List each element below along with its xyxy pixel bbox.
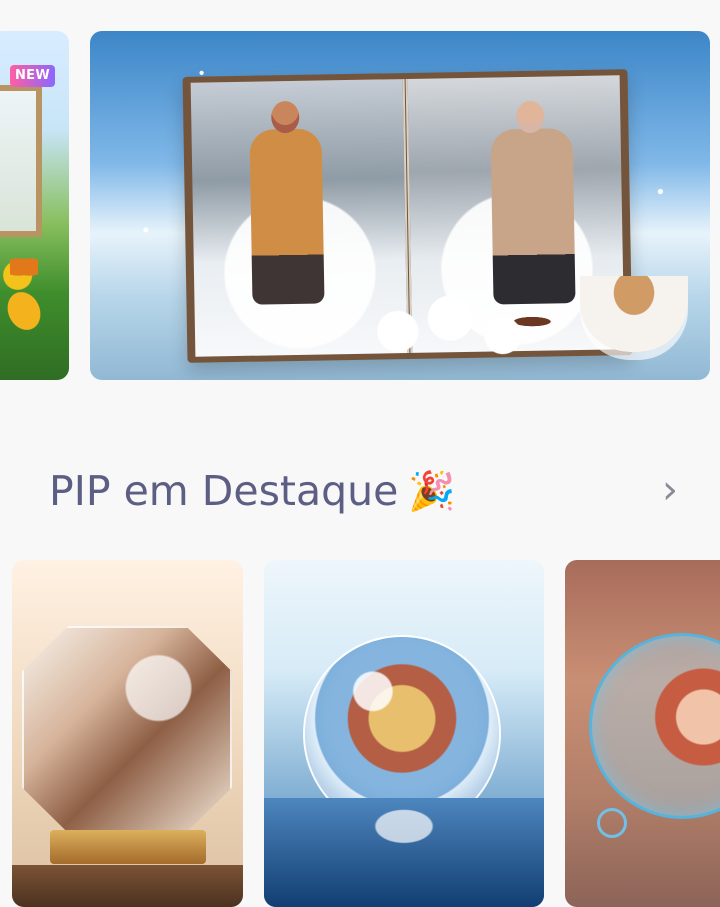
water-splash	[264, 798, 544, 907]
small-bubble-decoration	[597, 808, 627, 838]
man-photo	[249, 128, 325, 305]
water-ball-pip-card[interactable]	[264, 560, 544, 907]
roses-chocolates-decoration	[360, 295, 570, 365]
section-title: PIP em Destaque 🎉	[49, 463, 456, 519]
crystal-base	[50, 830, 206, 864]
woman-photo	[490, 128, 576, 305]
section-title-text: PIP em Destaque	[49, 467, 399, 515]
crystal-pip-card[interactable]	[12, 560, 243, 907]
winter-book-frame-card[interactable]	[90, 31, 710, 380]
winter-frame-partial-card[interactable]: NEW	[0, 31, 69, 380]
frame-preview	[0, 85, 42, 237]
table-surface	[12, 865, 243, 907]
couple-crystal-photo	[22, 626, 232, 833]
new-badge: NEW	[10, 65, 55, 87]
flower-decoration	[0, 273, 59, 349]
bubble-photo	[592, 636, 720, 816]
bubble-pip-card[interactable]	[565, 560, 720, 907]
party-popper-icon: 🎉	[408, 469, 456, 513]
chevron-right-icon[interactable]: ›	[652, 470, 688, 510]
